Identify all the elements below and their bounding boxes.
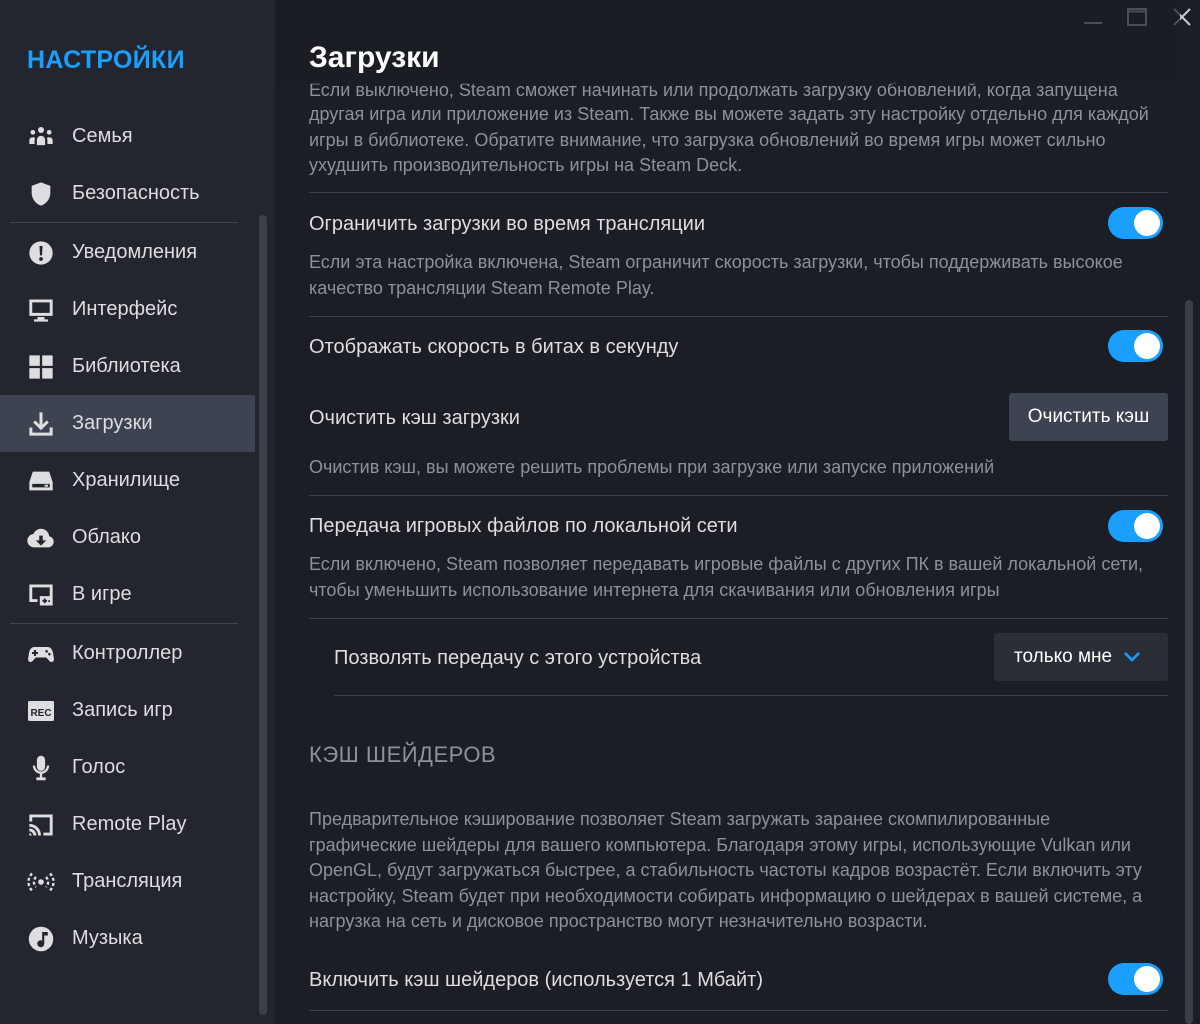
clear-cache-description: Очистив кэш, вы можете решить проблемы п… bbox=[309, 457, 995, 477]
divider bbox=[334, 695, 1168, 696]
divider bbox=[309, 618, 1168, 619]
page-title: Загрузки bbox=[309, 41, 440, 74]
sidebar-item-label: Библиотека bbox=[72, 355, 181, 377]
sidebar-item-label: Хранилище bbox=[72, 469, 180, 491]
sidebar-item-label: Трансляция bbox=[72, 870, 183, 892]
divider bbox=[309, 192, 1168, 193]
sidebar-item-label: Интерфейс bbox=[72, 298, 178, 320]
sidebar-item-library[interactable]: Библиотека bbox=[0, 338, 255, 395]
sidebar-item-label: Уведомления bbox=[72, 241, 198, 263]
allow-transfer-dropdown[interactable]: только мне bbox=[994, 633, 1168, 681]
sidebar-item-remote-play[interactable]: Remote Play bbox=[0, 796, 255, 853]
family-icon bbox=[27, 123, 55, 151]
sidebar-item-label: Семья bbox=[72, 125, 133, 147]
grid-icon bbox=[27, 353, 55, 381]
shader-cache-toggle[interactable] bbox=[1108, 963, 1163, 995]
content-scrollbar[interactable] bbox=[1185, 300, 1193, 1024]
sidebar-item-label: Контроллер bbox=[72, 642, 183, 664]
music-icon bbox=[27, 925, 55, 953]
allow-transfer-label: Позволять передачу с этого устройства bbox=[334, 647, 702, 669]
chevron-down-icon bbox=[1124, 652, 1140, 662]
sidebar-item-label: Музыка bbox=[72, 927, 143, 949]
divider bbox=[309, 1010, 1168, 1011]
toggle-knob bbox=[1134, 513, 1160, 539]
monitor-icon bbox=[27, 296, 55, 324]
sidebar-item-label: Голос bbox=[72, 756, 126, 778]
settings-sidebar: НАСТРОЙКИ Семья Безопасность Уведомления… bbox=[0, 0, 275, 1024]
shader-cache-description: Предварительное кэширование позволяет St… bbox=[309, 809, 1143, 931]
sidebar-item-security[interactable]: Безопасность bbox=[0, 165, 255, 222]
svg-text:REC: REC bbox=[30, 708, 51, 719]
clear-cache-label: Очистить кэш загрузки bbox=[309, 407, 520, 429]
rec-icon: REC bbox=[27, 697, 55, 725]
sidebar-item-voice[interactable]: Голос bbox=[0, 739, 255, 796]
cloud-icon bbox=[27, 524, 55, 552]
sidebar-item-music[interactable]: Музыка bbox=[0, 910, 255, 967]
sidebar-scrollbar[interactable] bbox=[259, 215, 267, 1015]
lan-transfer-toggle[interactable] bbox=[1108, 510, 1163, 542]
sidebar-item-game-recording[interactable]: REC Запись игр bbox=[0, 682, 255, 739]
sidebar-item-interface[interactable]: Интерфейс bbox=[0, 281, 255, 338]
divider bbox=[309, 495, 1168, 496]
sidebar-item-controller[interactable]: Контроллер bbox=[0, 625, 255, 682]
sidebar-title: НАСТРОЙКИ bbox=[27, 46, 185, 74]
toggle-knob bbox=[1134, 966, 1160, 992]
cast-icon bbox=[27, 811, 55, 839]
sidebar-item-label: Безопасность bbox=[72, 182, 200, 204]
sidebar-item-label: В игре bbox=[72, 583, 132, 605]
sidebar-item-label: Запись игр bbox=[72, 699, 173, 721]
sidebar-item-notifications[interactable]: Уведомления bbox=[0, 224, 255, 281]
sidebar-item-ingame[interactable]: В игре bbox=[0, 566, 255, 623]
divider bbox=[309, 316, 1168, 317]
bits-per-second-label: Отображать скорость в битах в секунду bbox=[309, 336, 679, 358]
sidebar-item-label: Загрузки bbox=[72, 412, 153, 434]
broadcast-icon bbox=[27, 868, 55, 896]
shield-icon bbox=[27, 180, 55, 208]
dropdown-selected-value: только мне bbox=[1014, 646, 1113, 667]
clear-cache-button[interactable]: Очистить кэш bbox=[1009, 393, 1168, 441]
sidebar-item-label: Remote Play bbox=[72, 813, 187, 835]
sidebar-divider bbox=[10, 222, 238, 223]
limit-streaming-toggle[interactable] bbox=[1108, 207, 1163, 239]
shader-cache-heading: КЭШ ШЕЙДЕРОВ bbox=[309, 742, 497, 767]
sidebar-item-storage[interactable]: Хранилище bbox=[0, 452, 255, 509]
toggle-knob bbox=[1134, 333, 1160, 359]
download-icon bbox=[27, 410, 55, 438]
sidebar-item-downloads[interactable]: Загрузки bbox=[0, 395, 255, 452]
ingame-icon bbox=[27, 581, 55, 609]
sidebar-item-broadcast[interactable]: Трансляция bbox=[0, 853, 255, 910]
settings-content: Если выключено, Steam сможет начинать ил… bbox=[275, 0, 1200, 1024]
bits-per-second-toggle[interactable] bbox=[1108, 330, 1163, 362]
limit-streaming-label: Ограничить загрузки во время трансляции bbox=[309, 213, 706, 235]
sidebar-item-family[interactable]: Семья bbox=[0, 108, 255, 165]
lan-transfer-label: Передача игровых файлов по локальной сет… bbox=[309, 515, 738, 537]
controller-icon bbox=[27, 640, 55, 668]
sidebar-item-cloud[interactable]: Облако bbox=[0, 509, 255, 566]
drive-icon bbox=[27, 467, 55, 495]
sidebar-item-label: Облако bbox=[72, 526, 142, 548]
intro-description: другая игра или приложение из Steam. Так… bbox=[309, 104, 1149, 175]
lan-transfer-description: Если включено, Steam позволяет передават… bbox=[309, 554, 1144, 600]
alert-icon bbox=[27, 239, 55, 267]
sidebar-divider bbox=[10, 623, 238, 624]
toggle-knob bbox=[1134, 210, 1160, 236]
shader-cache-enable-label: Включить кэш шейдеров (используется 1 Мб… bbox=[309, 969, 764, 991]
limit-streaming-description: Если эта настройка включена, Steam огран… bbox=[309, 252, 1123, 298]
microphone-icon bbox=[27, 754, 55, 782]
